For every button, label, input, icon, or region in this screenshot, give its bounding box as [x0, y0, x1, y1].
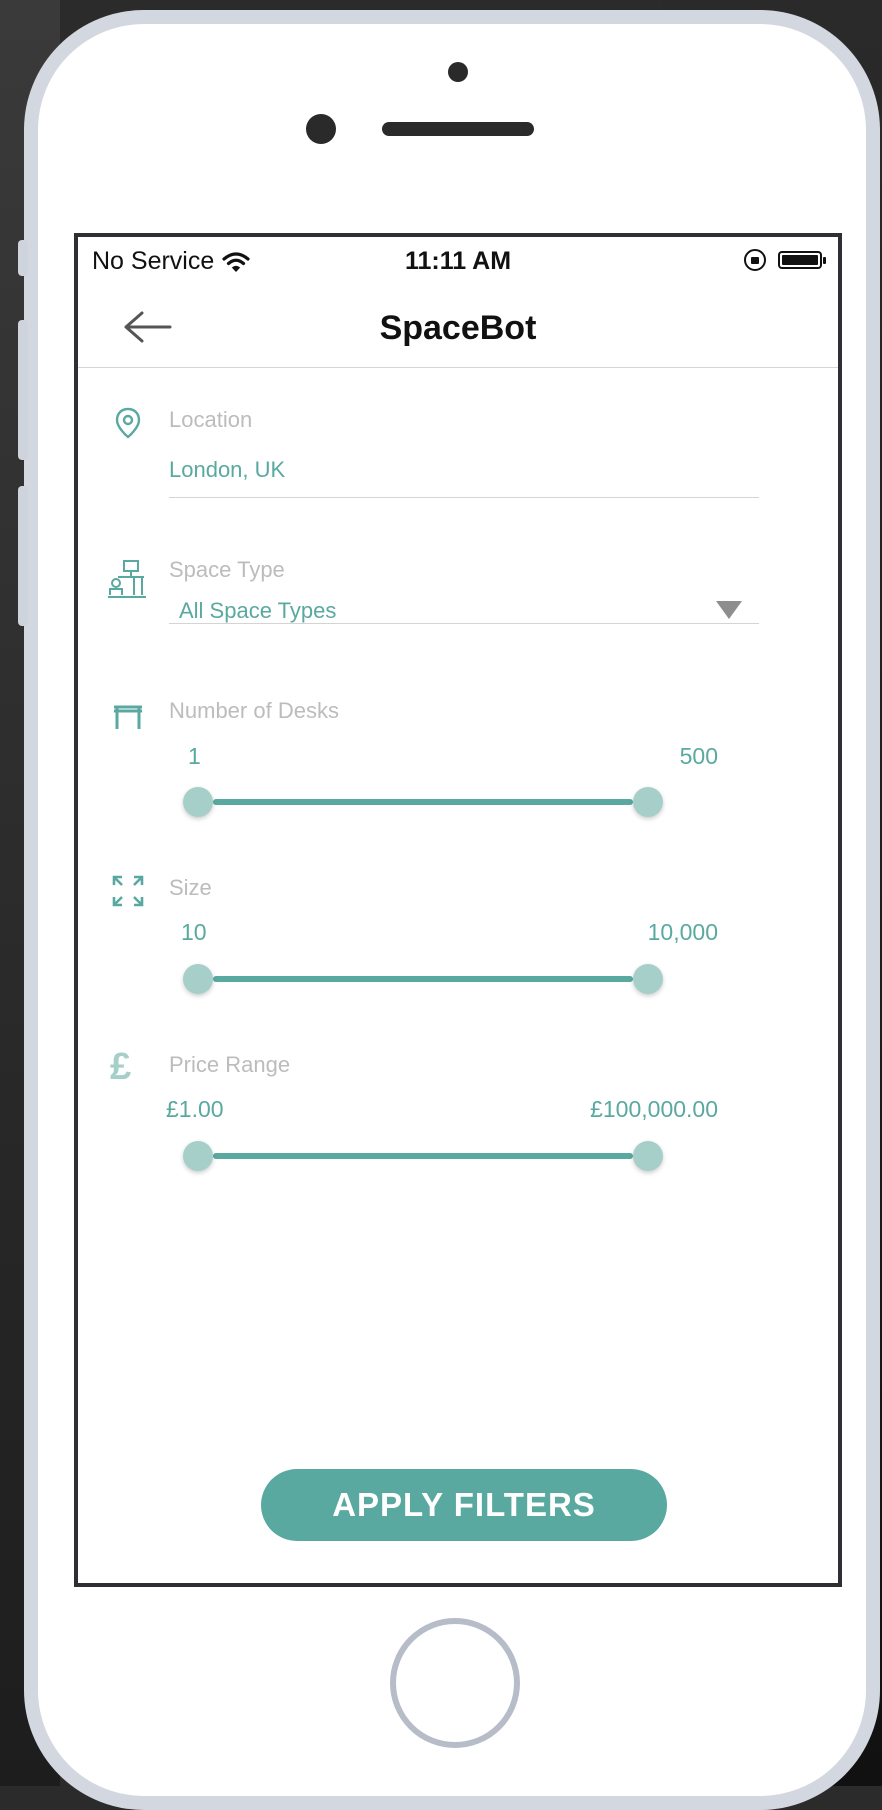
- size-slider-min-handle[interactable]: [183, 964, 213, 994]
- price-max-value: £100,000.00: [590, 1096, 718, 1122]
- desks-slider-max-handle[interactable]: [633, 787, 663, 817]
- proximity-sensor: [448, 62, 468, 82]
- phone-mute-switch: [18, 240, 28, 276]
- battery-icon: [778, 251, 826, 269]
- desks-min-value: 1: [188, 743, 201, 769]
- space-type-label: Space Type: [169, 557, 285, 582]
- phone-volume-down: [18, 486, 28, 626]
- price-label: Price Range: [169, 1052, 291, 1077]
- size-slider-track[interactable]: [213, 976, 633, 982]
- status-bar: No Service 11:11 AM: [78, 237, 838, 287]
- price-slider-track[interactable]: [213, 1153, 633, 1159]
- phone-volume-up: [18, 320, 28, 460]
- desks-slider-min-handle[interactable]: [183, 787, 213, 817]
- price-slider-min-handle[interactable]: [183, 1141, 213, 1171]
- page-title: SpaceBot: [379, 309, 537, 347]
- pound-icon: £: [110, 1046, 132, 1088]
- location-input[interactable]: London, UK: [169, 457, 285, 483]
- size-min-value: 10: [181, 919, 207, 945]
- earpiece-speaker: [382, 122, 534, 136]
- chevron-down-icon[interactable]: [716, 601, 742, 619]
- navigation-bar: SpaceBot: [78, 287, 838, 368]
- front-camera: [306, 114, 336, 144]
- orientation-lock-icon: [744, 249, 766, 271]
- size-slider-max-handle[interactable]: [633, 964, 663, 994]
- home-button[interactable]: [390, 1618, 520, 1748]
- size-label: Size: [169, 875, 212, 900]
- phone-screen: No Service 11:11 AM SpaceBot Location Lo…: [74, 233, 842, 1587]
- map-pin-icon: [115, 407, 141, 439]
- location-label: Location: [169, 407, 253, 432]
- desks-max-value: 500: [679, 743, 718, 769]
- space-type-select[interactable]: All Space Types: [179, 598, 336, 624]
- price-min-value: £1.00: [166, 1096, 224, 1122]
- size-max-value: 10,000: [647, 919, 718, 945]
- table-icon: [114, 705, 142, 729]
- expand-icon: [112, 875, 144, 907]
- location-underline: [169, 497, 759, 498]
- space-type-underline: [169, 623, 759, 624]
- status-time: 11:11 AM: [404, 247, 512, 275]
- desks-slider-track[interactable]: [213, 799, 633, 805]
- price-slider-max-handle[interactable]: [633, 1141, 663, 1171]
- desks-label: Number of Desks: [169, 698, 339, 723]
- office-desk-icon: [108, 560, 146, 598]
- apply-filters-button[interactable]: APPLY FILTERS: [261, 1469, 667, 1541]
